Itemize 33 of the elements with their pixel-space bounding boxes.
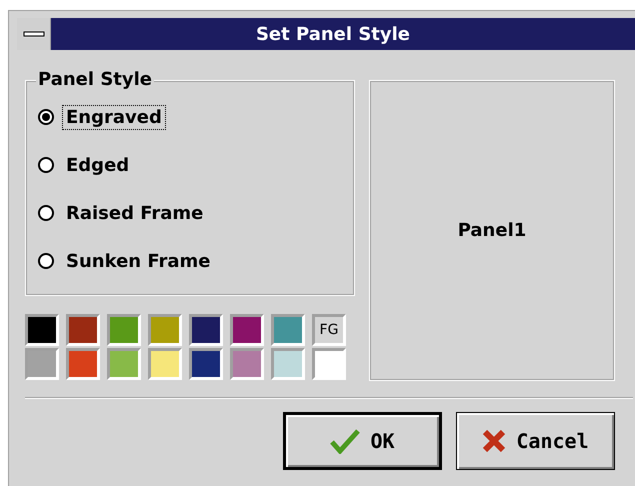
cancel-button[interactable]: Cancel: [456, 412, 615, 470]
color-swatch[interactable]: [271, 348, 305, 380]
radio-button[interactable]: [38, 205, 54, 221]
color-swatch[interactable]: [230, 348, 264, 380]
system-menu-button[interactable]: [17, 18, 51, 50]
radio-label[interactable]: Raised Frame: [62, 200, 208, 226]
color-swatch[interactable]: [230, 314, 264, 346]
radio-label[interactable]: Sunken Frame: [62, 248, 215, 274]
panel-caption: Panel1: [458, 220, 526, 241]
color-swatch[interactable]: [189, 348, 223, 380]
color-swatch[interactable]: [107, 348, 141, 380]
color-swatch[interactable]: [148, 314, 182, 346]
group-label: Panel Style: [36, 69, 154, 90]
color-swatch[interactable]: [312, 348, 346, 380]
radio-label[interactable]: Engraved: [62, 104, 166, 130]
color-swatch[interactable]: [66, 348, 100, 380]
radio-button[interactable]: [38, 253, 54, 269]
minus-icon: [22, 31, 44, 37]
foreground-swatch[interactable]: FG: [312, 314, 346, 346]
check-icon: [330, 428, 360, 454]
color-swatch[interactable]: [66, 314, 100, 346]
color-swatch[interactable]: [25, 348, 59, 380]
radio-button[interactable]: [38, 157, 54, 173]
color-swatch[interactable]: [107, 314, 141, 346]
radio-button[interactable]: [38, 109, 54, 125]
color-swatch[interactable]: [271, 314, 305, 346]
window-title: Set Panel Style: [254, 22, 412, 46]
radio-label[interactable]: Edged: [62, 152, 134, 178]
color-swatch[interactable]: [148, 348, 182, 380]
color-swatch[interactable]: [25, 314, 59, 346]
close-icon: [482, 429, 506, 453]
ok-button[interactable]: OK: [283, 412, 442, 470]
color-swatch[interactable]: [189, 314, 223, 346]
